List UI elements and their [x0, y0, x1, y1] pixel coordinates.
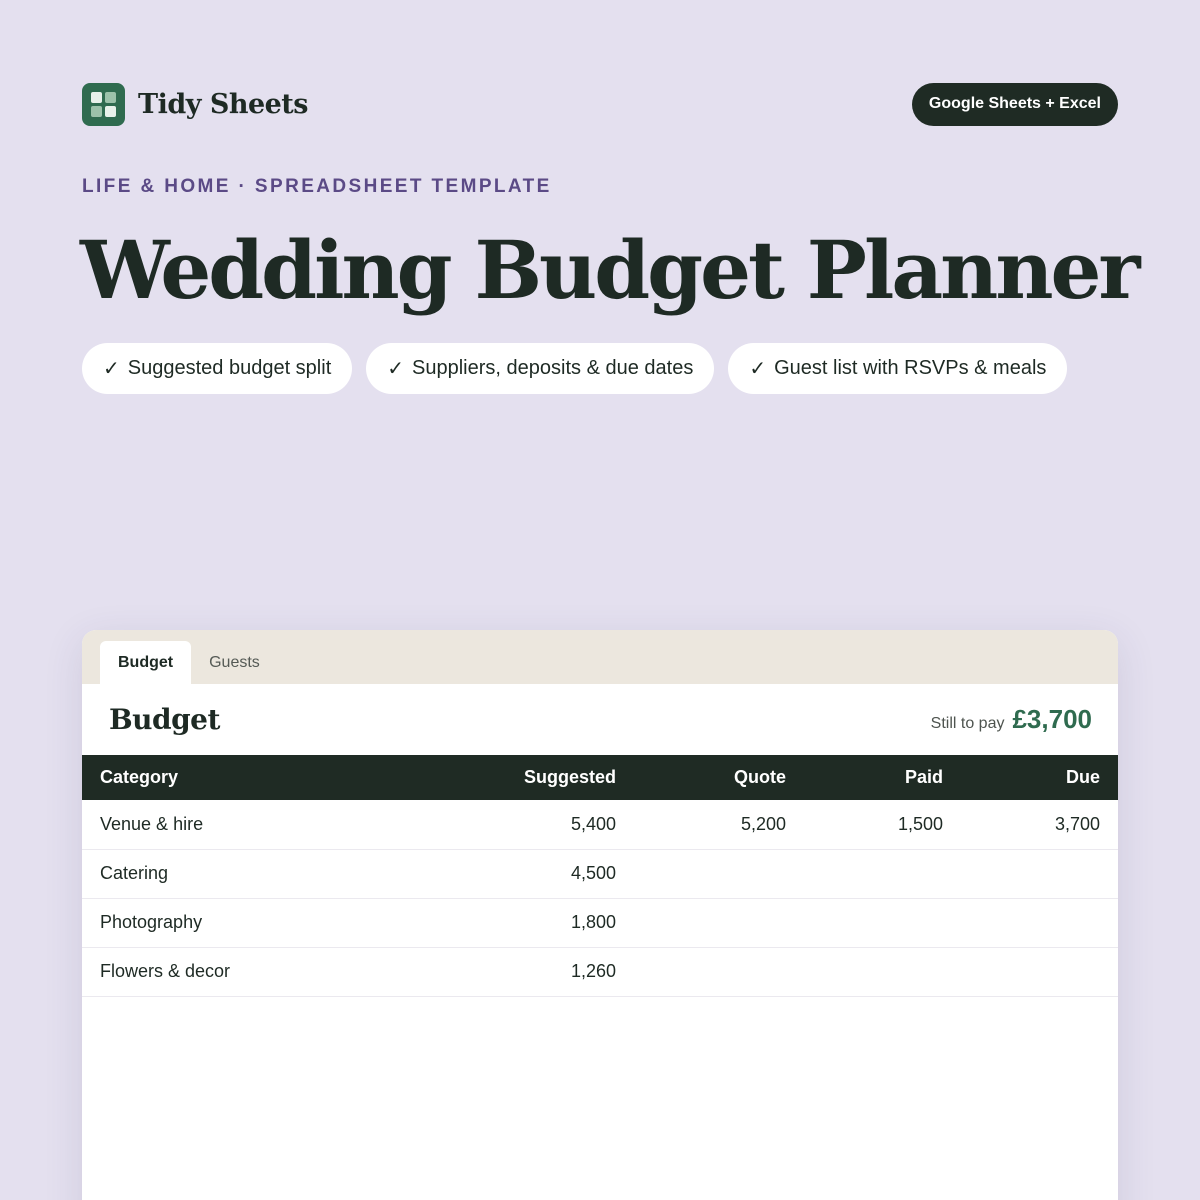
column-header-category: Category	[100, 767, 179, 787]
feature-pill: ✓ Guest list with RSVPs & meals	[728, 343, 1068, 394]
sheet-title: Budget	[109, 703, 220, 736]
cell-category[interactable]: Flowers & decor	[82, 947, 434, 997]
feature-label: Suppliers, deposits & due dates	[412, 357, 694, 379]
table-row: Venue & hire 5,400 5,200 1,500 3,700	[82, 800, 1118, 850]
cell-suggested[interactable]: 4,500	[434, 849, 634, 899]
column-header-quote: Quote	[734, 767, 786, 787]
cell-suggested[interactable]: 5,400	[434, 800, 634, 850]
sheet-header: Budget Still to pay £3,700	[82, 684, 1118, 755]
cell-paid[interactable]: 1,500	[804, 800, 961, 850]
page-title: Wedding Budget Planner	[80, 223, 1141, 317]
cell-due[interactable]: 3,700	[961, 800, 1118, 850]
budget-table: Category Suggested Quote Paid Due Venue …	[82, 755, 1118, 997]
cell-category[interactable]: Venue & hire	[82, 800, 434, 850]
cell-suggested[interactable]: 1,260	[434, 947, 634, 997]
cell-quote[interactable]	[634, 947, 804, 997]
brand-name: Tidy Sheets	[138, 88, 308, 120]
cell-quote[interactable]: 5,200	[634, 800, 804, 850]
column-header-due: Due	[1065, 767, 1100, 787]
tab-budget[interactable]: Budget	[100, 641, 192, 684]
tab-guests[interactable]: Guests	[191, 641, 278, 684]
cell-quote[interactable]	[634, 898, 804, 948]
summary-value: £3,700	[1012, 704, 1092, 734]
cell-due[interactable]	[961, 898, 1118, 948]
sheet-tabs: Budget Guests	[82, 630, 1118, 684]
table-row: Catering 4,500	[82, 849, 1118, 899]
grid-logo-icon	[82, 82, 125, 126]
eyebrow-label: LIFE & HOME · SPREADSHEET TEMPLATE	[82, 176, 552, 197]
feature-pill: ✓ Suppliers, deposits & due dates	[366, 343, 715, 394]
check-icon: ✓	[387, 358, 405, 380]
platform-badge: Google Sheets + Excel	[911, 82, 1118, 126]
summary-label: Still to pay	[930, 715, 1005, 732]
feature-list: ✓ Suggested budget split ✓ Suppliers, de…	[82, 343, 1068, 394]
check-icon: ✓	[749, 358, 767, 380]
cell-due[interactable]	[961, 849, 1118, 899]
site-header: Tidy Sheets Google Sheets + Excel	[82, 82, 1118, 126]
spreadsheet-preview: Budget Guests Budget Still to pay £3,700…	[82, 630, 1118, 1200]
column-header-paid: Paid	[904, 767, 943, 787]
cell-suggested[interactable]: 1,800	[434, 898, 634, 948]
cell-quote[interactable]	[634, 849, 804, 899]
table-row: Flowers & decor 1,260	[82, 947, 1118, 997]
balance-summary: Still to pay £3,700	[931, 704, 1092, 735]
cell-due[interactable]	[961, 947, 1118, 997]
check-icon: ✓	[103, 358, 120, 380]
cell-paid[interactable]	[804, 849, 961, 899]
table-row: Photography 1,800	[82, 898, 1118, 948]
cell-category[interactable]: Photography	[82, 898, 434, 948]
column-header-suggested: Suggested	[523, 767, 616, 787]
cell-category[interactable]: Catering	[82, 849, 434, 899]
brand[interactable]: Tidy Sheets	[82, 82, 308, 126]
feature-label: Guest list with RSVPs & meals	[774, 357, 1047, 379]
feature-pill: ✓ Suggested budget split	[82, 343, 353, 394]
cell-paid[interactable]	[804, 898, 961, 948]
cell-paid[interactable]	[804, 947, 961, 997]
feature-label: Suggested budget split	[127, 357, 332, 379]
table-header-row: Category Suggested Quote Paid Due	[82, 755, 1118, 800]
